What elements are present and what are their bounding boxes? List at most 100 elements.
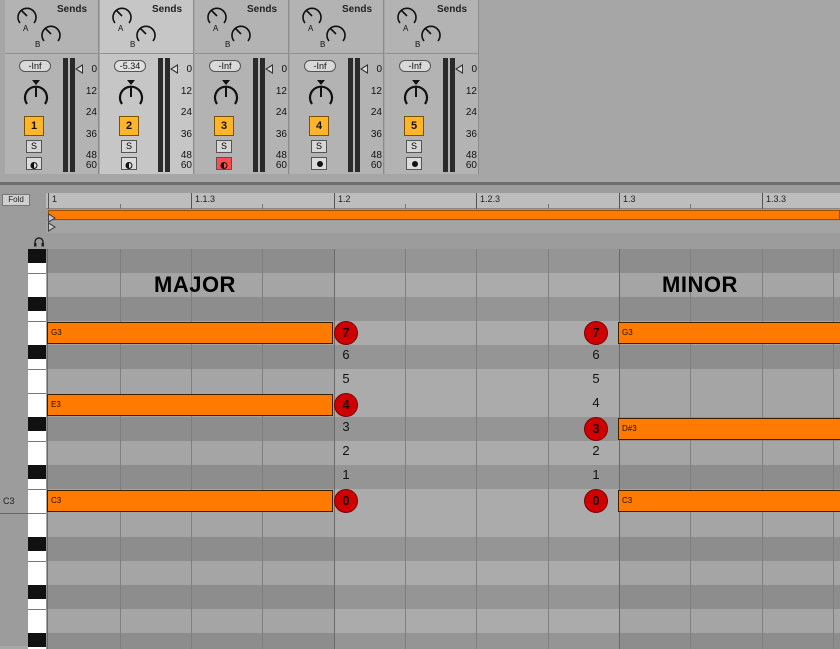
level-meter-right bbox=[260, 58, 265, 172]
volume-readout[interactable]: -Inf bbox=[399, 60, 431, 72]
track-strip-3: A B Sends -Inf 3 S 0 12 24 36 48 60 bbox=[195, 0, 289, 174]
interval-number: 4 bbox=[592, 395, 600, 410]
send-a-letter: A bbox=[213, 24, 219, 33]
meter-scale: 0 12 24 36 48 60 bbox=[172, 60, 194, 172]
volume-readout[interactable]: -Inf bbox=[19, 60, 51, 72]
arm-half-icon bbox=[220, 162, 228, 169]
send-b-knob[interactable] bbox=[229, 22, 253, 46]
pan-knob[interactable] bbox=[21, 78, 51, 110]
beat-time-ruler[interactable]: 1 1.1.3 1.2 1.2.3 1.3 1.3.3 bbox=[46, 193, 840, 209]
volume-readout[interactable]: -5.34 bbox=[114, 60, 146, 72]
pan-knob[interactable] bbox=[116, 78, 146, 110]
send-b-knob[interactable] bbox=[134, 22, 158, 46]
black-key[interactable] bbox=[28, 465, 46, 479]
black-key[interactable] bbox=[28, 249, 46, 263]
scale-label: 0 bbox=[186, 64, 192, 75]
solo-button[interactable]: S bbox=[26, 140, 42, 153]
arm-button-active[interactable] bbox=[216, 157, 232, 170]
send-b-letter: B bbox=[35, 40, 41, 49]
volume-readout[interactable]: -Inf bbox=[304, 60, 336, 72]
level-meter-left bbox=[63, 58, 68, 172]
scale-label: 60 bbox=[465, 160, 477, 171]
black-key[interactable] bbox=[28, 585, 46, 599]
track-strip-1: A B Sends -Inf 1 S 0 12 24 36 48 60 bbox=[5, 0, 99, 174]
grid-line bbox=[262, 249, 263, 649]
scale-label: 60 bbox=[275, 160, 287, 171]
grid-line bbox=[619, 249, 620, 649]
headphones-icon[interactable] bbox=[33, 237, 45, 247]
track-activator-button[interactable]: 1 bbox=[24, 116, 44, 136]
scale-label: 12 bbox=[180, 86, 192, 97]
arm-dot-icon bbox=[412, 161, 418, 167]
grid-line bbox=[762, 249, 763, 649]
midi-note-e3[interactable]: E3 bbox=[47, 394, 333, 416]
meter-scale: 0 12 24 36 48 60 bbox=[267, 60, 289, 172]
sends-label: Sends bbox=[152, 4, 183, 15]
send-a-letter: A bbox=[403, 24, 409, 33]
midi-note-g3[interactable]: G3 bbox=[47, 322, 333, 344]
send-b-knob[interactable] bbox=[419, 22, 443, 46]
key-divider bbox=[28, 321, 46, 322]
scale-label: 24 bbox=[180, 107, 192, 118]
solo-button[interactable]: S bbox=[121, 140, 137, 153]
ruler-label: 1.1.3 bbox=[195, 194, 216, 204]
send-b-knob[interactable] bbox=[324, 22, 348, 46]
scale-label: 36 bbox=[275, 129, 287, 140]
interval-marker-active: 7 bbox=[334, 321, 358, 345]
level-meter-right bbox=[450, 58, 455, 172]
track-strip-5: A B Sends -Inf 5 S 0 12 24 36 48 60 bbox=[385, 0, 479, 174]
track-activator-button[interactable]: 3 bbox=[214, 116, 234, 136]
black-key[interactable] bbox=[28, 537, 46, 551]
arm-button[interactable] bbox=[406, 157, 422, 170]
track-activator-button[interactable]: 5 bbox=[404, 116, 424, 136]
solo-button[interactable]: S bbox=[216, 140, 232, 153]
midi-note-g3[interactable]: G3 bbox=[618, 322, 840, 344]
start-marker-icon[interactable] bbox=[48, 222, 56, 232]
send-b-knob[interactable] bbox=[39, 22, 63, 46]
fold-button[interactable]: Fold bbox=[2, 194, 30, 206]
volume-readout[interactable]: -Inf bbox=[209, 60, 241, 72]
midi-note-c3[interactable]: C3 bbox=[47, 490, 333, 512]
sends-section: A B Sends bbox=[385, 0, 479, 54]
scale-label: 12 bbox=[275, 86, 287, 97]
scale-label: 36 bbox=[370, 129, 382, 140]
arm-half-icon bbox=[125, 162, 133, 169]
level-meter-right bbox=[70, 58, 75, 172]
interval-number: 2 bbox=[342, 443, 350, 458]
scale-label: 36 bbox=[465, 129, 477, 140]
ruler-tick bbox=[762, 193, 763, 209]
note-grid[interactable]: MAJOR MINOR G3 E3 C3 G3 D#3 C3 7 6 5 4 3… bbox=[46, 249, 840, 649]
midi-note-c3[interactable]: C3 bbox=[618, 490, 840, 512]
pan-knob[interactable] bbox=[211, 78, 241, 110]
track-activator-button[interactable]: 2 bbox=[119, 116, 139, 136]
arm-button[interactable] bbox=[26, 157, 42, 170]
scale-label: 60 bbox=[180, 160, 192, 171]
scale-label: 0 bbox=[376, 64, 382, 75]
ruler-label: 1.3 bbox=[623, 194, 636, 204]
midi-note-d-sharp-3[interactable]: D#3 bbox=[618, 418, 840, 440]
piano-keyboard[interactable] bbox=[28, 249, 46, 649]
ruler-tick bbox=[334, 193, 335, 209]
grid-line bbox=[120, 249, 121, 649]
track-activator-button[interactable]: 4 bbox=[309, 116, 329, 136]
black-key[interactable] bbox=[28, 345, 46, 359]
major-label: MAJOR bbox=[154, 272, 236, 297]
black-key[interactable] bbox=[28, 297, 46, 311]
solo-button[interactable]: S bbox=[406, 140, 422, 153]
scale-label: 24 bbox=[275, 107, 287, 118]
send-b-letter: B bbox=[130, 40, 136, 49]
scale-label: 12 bbox=[465, 86, 477, 97]
arm-button[interactable] bbox=[311, 157, 327, 170]
black-key[interactable] bbox=[28, 633, 46, 647]
pan-knob[interactable] bbox=[306, 78, 336, 110]
arm-button[interactable] bbox=[121, 157, 137, 170]
sends-section: A B Sends bbox=[100, 0, 194, 54]
loop-start-marker-icon[interactable] bbox=[48, 213, 56, 223]
loop-brace[interactable] bbox=[48, 210, 840, 220]
grid-line bbox=[548, 249, 549, 649]
black-key[interactable] bbox=[28, 417, 46, 431]
solo-button[interactable]: S bbox=[311, 140, 327, 153]
sends-label: Sends bbox=[57, 4, 88, 15]
meter-scale: 0 12 24 36 48 60 bbox=[362, 60, 384, 172]
pan-knob[interactable] bbox=[401, 78, 431, 110]
